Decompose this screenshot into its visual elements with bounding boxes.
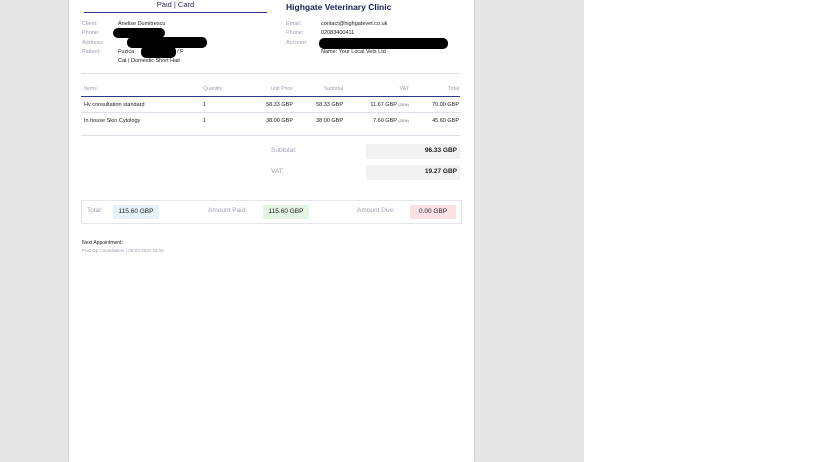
patient-sex: / F — [177, 49, 184, 55]
row-unit-price: 38.00 GBP — [266, 118, 293, 124]
row-vat: 7.60 GBP (20%) — [373, 118, 409, 124]
table-header-rule — [81, 96, 460, 97]
header-quantity: Quantity — [203, 86, 223, 92]
status-underline — [84, 12, 267, 13]
row-unit-price: 58.33 GBP — [266, 102, 293, 108]
divider — [81, 73, 460, 74]
patient-name: Fuzica — [118, 49, 135, 55]
row-divider — [81, 112, 460, 113]
header-items: Items — [84, 86, 97, 92]
redaction-bar — [141, 46, 176, 58]
total-value: 115.60 GBP — [113, 205, 159, 219]
paid-label: Amount Paid: — [208, 207, 248, 214]
divider — [81, 135, 460, 136]
header-subtotal: Subtotal — [323, 86, 343, 92]
due-value: 0.00 GBP — [410, 205, 456, 219]
vat-value: 19.27 GBP — [424, 168, 457, 175]
row-item: Hv consultation standard — [84, 102, 145, 108]
row-quantity: 1 — [203, 102, 207, 108]
patient-label: Patient: — [82, 49, 101, 55]
client-label: Client: — [82, 21, 98, 27]
subtotal-value: 96.33 GBP — [424, 147, 457, 154]
phone-label: Phone: — [82, 30, 100, 36]
vat-label: VAT: — [271, 168, 284, 175]
next-appointment-value: Post Op Consultation | 26-03-2024 15:15 — [82, 248, 164, 253]
subtotal-label: Subtotal: — [271, 147, 297, 154]
client-name: Anelise Dumitrescu — [118, 21, 166, 27]
clinic-name: Highgate Veterinary Clinic — [286, 2, 392, 12]
blank-pane — [584, 0, 819, 462]
account-name: Name: Your Local Vets Ltd — [321, 49, 386, 55]
clinic-email: contact@highgatevet.co.uk — [321, 21, 388, 27]
total-label: Total: — [87, 207, 103, 214]
address-label: Address: — [82, 40, 104, 46]
row-item: In house Skin Cytology — [84, 118, 141, 124]
row-subtotal: 38.00 GBP — [316, 118, 343, 124]
row-subtotal: 58.33 GBP — [316, 102, 343, 108]
header-unit-price: Unit Price — [270, 86, 294, 92]
header-total: Total — [448, 86, 459, 92]
payment-status: Paid | Card — [156, 0, 195, 9]
next-appointment-heading: Next Appointment: — [82, 240, 123, 246]
clinic-phone: 02083400411 — [321, 30, 355, 36]
invoice-page — [69, 0, 474, 462]
header-vat: VAT — [399, 86, 409, 92]
row-total: 70.00 GBP — [432, 102, 459, 108]
row-vat: 11.67 GBP (20%) — [370, 102, 409, 108]
row-total: 45.60 GBP — [432, 118, 459, 124]
account-label: Account: — [286, 40, 308, 46]
redaction-bar — [319, 38, 448, 49]
row-quantity: 1 — [203, 118, 207, 124]
email-label: Email: — [286, 21, 302, 27]
clinic-phone-label: Phone: — [286, 30, 304, 36]
due-label: Amount Due: — [357, 207, 395, 214]
paid-value: 115.60 GBP — [263, 205, 309, 219]
patient-breed: Cat | Domestic Short Hair — [118, 58, 181, 64]
